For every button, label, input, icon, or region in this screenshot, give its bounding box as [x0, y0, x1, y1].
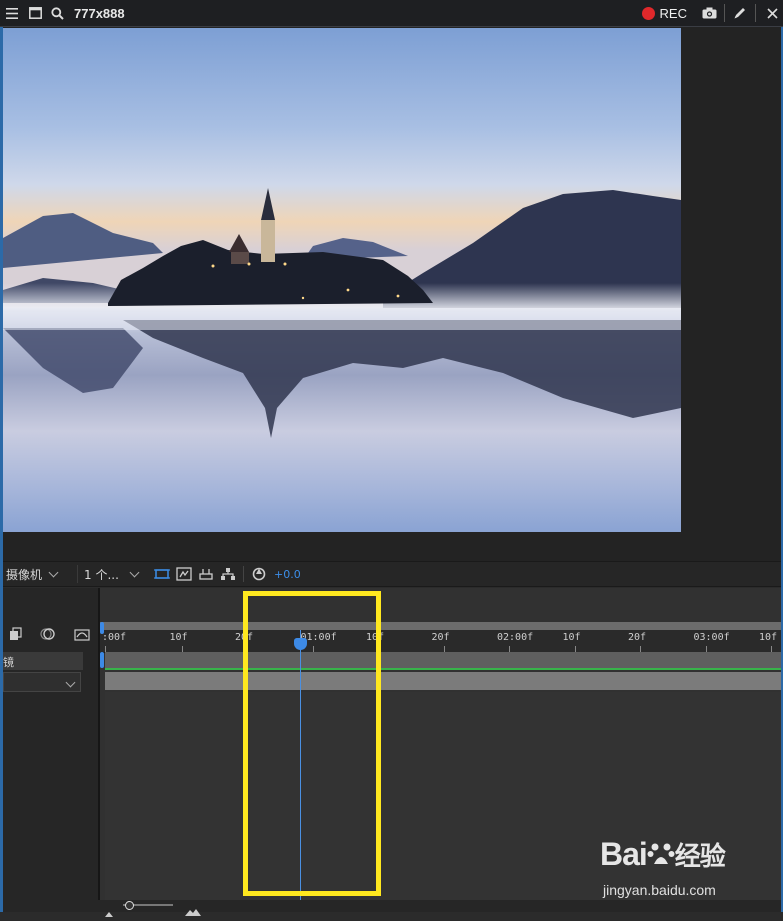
watermark-brand: Bai 经验 [600, 836, 726, 873]
exposure-reset-icon[interactable] [250, 565, 268, 583]
layer-in-handle[interactable] [100, 652, 104, 668]
ruler-label: 10f [759, 632, 778, 643]
pen-icon[interactable] [730, 0, 750, 26]
time-ruler[interactable]: :00f 10f 20f 01:00f 10f 20f 02:00f 10f 20f 03:00f… [100, 630, 781, 653]
window-icon[interactable] [24, 0, 46, 26]
ruler-label: 10f [562, 632, 581, 643]
ruler-label: :00f [102, 632, 127, 643]
baidu-watermark: Bai 经验 jingyan.baidu.com [600, 834, 780, 904]
layer-name: 镜 [3, 656, 14, 669]
composition-toolbar: 摄像机 1 个... +0.0 [3, 561, 781, 587]
ruler-label: 10f [169, 632, 188, 643]
chevron-down-icon [65, 677, 76, 688]
zoom-slider-knob[interactable] [125, 901, 134, 910]
camera-select-value: 摄像机 [6, 567, 43, 582]
work-area-start-handle[interactable] [100, 622, 104, 634]
flowchart-icon[interactable] [219, 565, 237, 583]
ruler-label: 20f [431, 632, 450, 643]
camera-select[interactable]: 摄像机 [3, 565, 71, 583]
time-navigator[interactable] [100, 622, 781, 630]
toggle-pixel-aspect-icon[interactable] [153, 565, 171, 583]
toolbar-divider [755, 4, 756, 22]
ruler-label: 02:00f [497, 632, 534, 643]
draft-3d-icon[interactable] [7, 625, 25, 643]
window-size-label: 777x888 [74, 5, 125, 21]
record-icon[interactable] [641, 6, 655, 20]
window-border-left [0, 27, 3, 912]
view-layout-select[interactable]: 1 个... [77, 565, 149, 583]
watermark-brand-text: Bai [600, 836, 648, 872]
layer-duration-bar[interactable] [105, 672, 781, 690]
watermark-brand-cn: 经验 [674, 841, 726, 871]
view-layout-value: 1 个... [84, 567, 119, 582]
close-icon[interactable] [761, 0, 783, 26]
graph-editor-icon[interactable] [73, 625, 91, 643]
search-icon[interactable] [46, 0, 68, 26]
motion-blur-icon[interactable] [39, 625, 57, 643]
chevron-down-icon [129, 567, 140, 578]
recorder-titlebar: 777x888 REC [0, 0, 783, 27]
watermark-url: jingyan.baidu.com [603, 882, 716, 898]
menu-icon[interactable] [0, 0, 24, 26]
layer-panel: 镜 [3, 588, 100, 900]
fast-preview-icon[interactable] [175, 565, 193, 583]
paw-icon [647, 839, 675, 867]
chevron-down-icon [48, 567, 59, 578]
zoom-in-icon[interactable] [185, 901, 201, 920]
timeline-link-icon[interactable] [197, 565, 215, 583]
timeline-switches [5, 624, 93, 644]
record-button-label[interactable]: REC [660, 6, 687, 21]
lake-church-island-photo [3, 28, 681, 532]
toolbar-divider [243, 566, 244, 582]
layer-blend-select[interactable] [3, 672, 81, 692]
ruler-label: 20f [628, 632, 647, 643]
render-cache-bar [105, 668, 781, 670]
layer-row[interactable]: 镜 [3, 652, 83, 670]
exposure-value[interactable]: +0.0 [274, 568, 301, 581]
toolbar-divider [724, 4, 725, 22]
work-area-bar[interactable] [105, 652, 781, 668]
playhead-highlight-box [243, 591, 381, 896]
camera-icon[interactable] [699, 0, 719, 26]
ruler-label: 03:00f [693, 632, 730, 643]
zoom-out-icon[interactable] [105, 902, 113, 921]
